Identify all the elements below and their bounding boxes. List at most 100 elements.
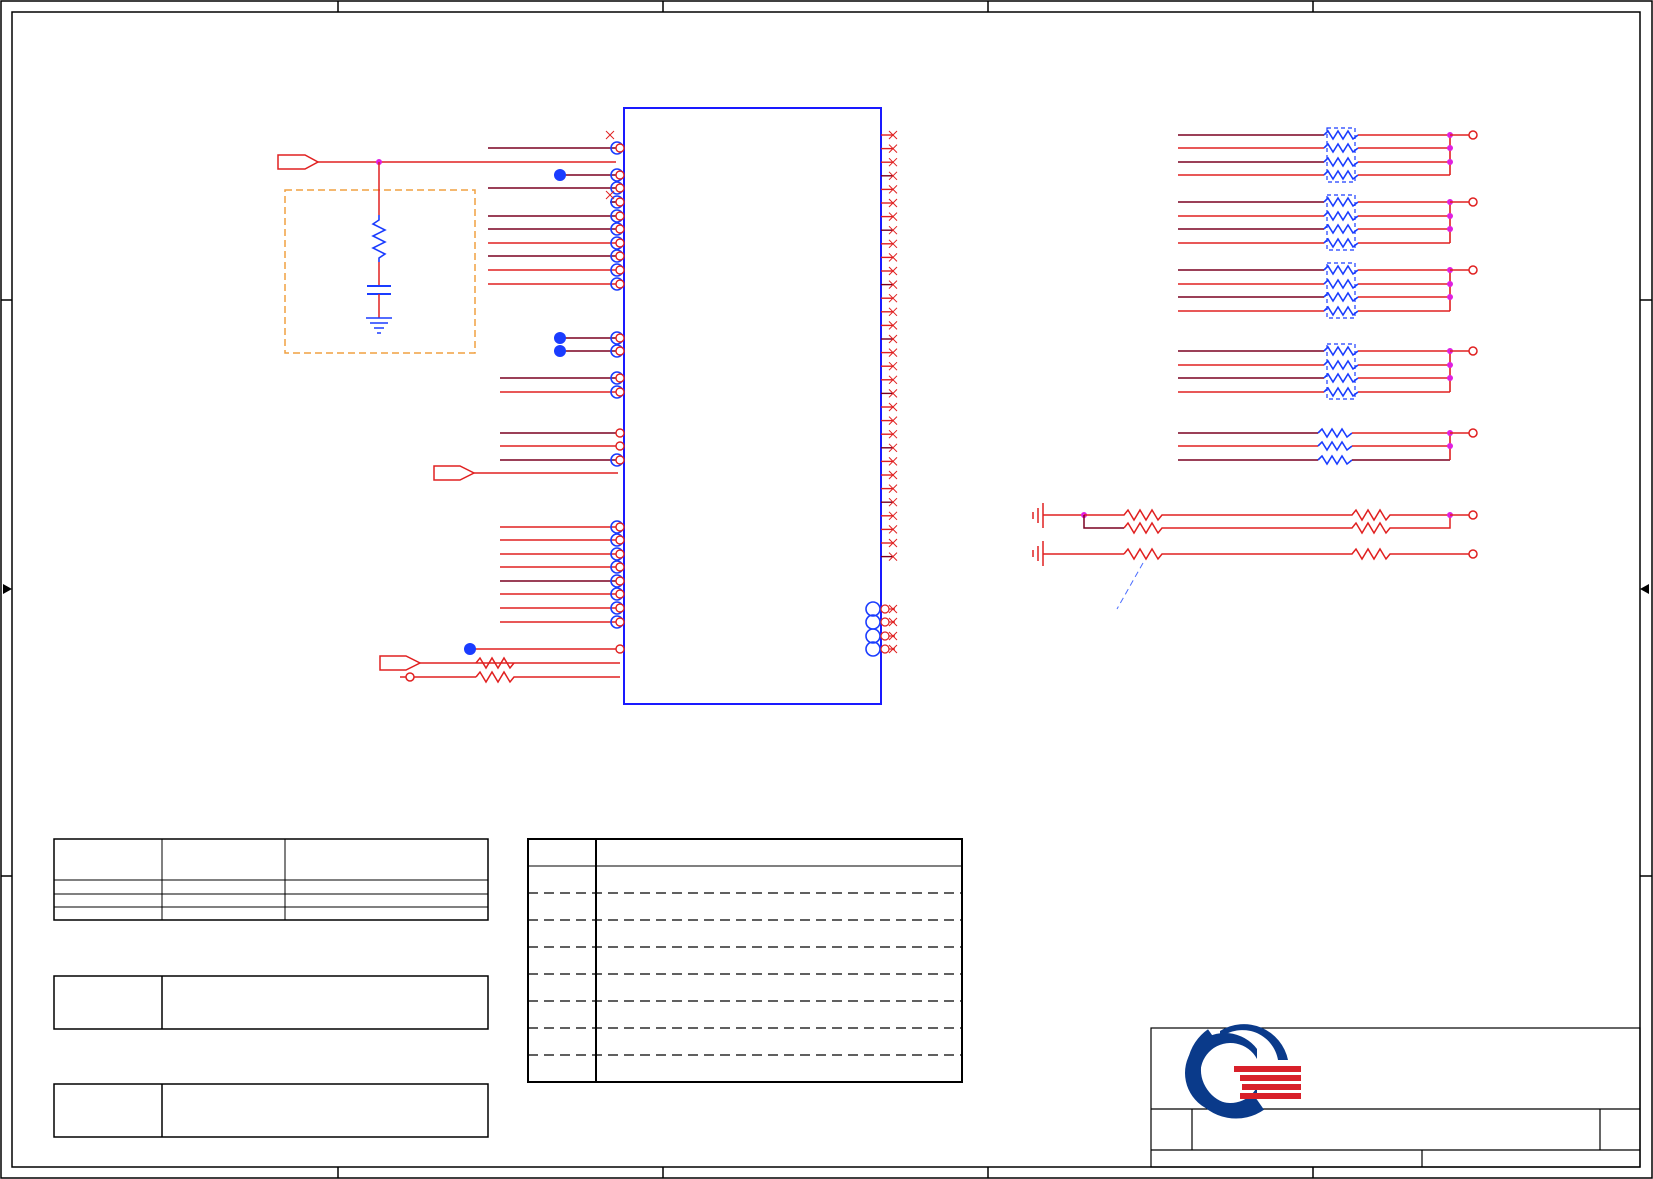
open-terminal[interactable]	[1468, 510, 1478, 520]
ic-pin-left[interactable]	[488, 209, 625, 223]
ic-pin-left[interactable]	[500, 520, 625, 534]
pin-bubble-icon	[865, 641, 881, 657]
ic-pin-left[interactable]	[500, 385, 625, 399]
ic-pin-left[interactable]	[488, 249, 625, 263]
ic-pin-right[interactable]	[881, 293, 898, 303]
pin-bubble-icon	[865, 601, 881, 617]
pin-pad-icon	[554, 332, 566, 344]
pin-terminal-icon	[615, 522, 625, 532]
resistor-network	[1178, 262, 1478, 319]
resistor-icon	[1323, 305, 1359, 317]
input-port-top-left[interactable]	[277, 154, 616, 170]
ic-pin-right[interactable]	[881, 239, 898, 249]
pin-terminal-icon	[615, 617, 625, 627]
ic-pin-right[interactable]	[881, 511, 898, 521]
ic-pin-right[interactable]	[881, 307, 898, 317]
ic-pin-right[interactable]	[881, 253, 898, 262]
title-block	[1150, 1027, 1641, 1168]
junction-dot	[1447, 159, 1453, 165]
company-logo-icon	[1185, 1024, 1301, 1119]
ic-pin-right[interactable]	[881, 416, 898, 425]
pin-terminal-icon	[615, 197, 625, 207]
change-log-rows	[528, 892, 962, 1056]
ic-pin-left[interactable]	[500, 547, 625, 561]
open-terminal[interactable]	[1468, 549, 1478, 559]
open-terminal[interactable]	[1468, 265, 1478, 275]
open-terminal[interactable]	[1468, 346, 1478, 356]
ic-pin-right[interactable]	[881, 266, 898, 276]
ic-pin-right[interactable]	[881, 402, 898, 412]
junction-dot	[1447, 281, 1453, 287]
ic-pin-right[interactable]	[881, 470, 898, 480]
pin-terminal-icon	[880, 631, 890, 641]
ic-pin-left[interactable]	[554, 344, 625, 358]
ic-pin-left[interactable]	[500, 453, 625, 467]
ic-pin-left[interactable]	[500, 587, 625, 601]
ic-pin-right[interactable]	[881, 389, 898, 398]
ic-pin-right[interactable]	[881, 334, 898, 344]
ic-pin-right[interactable]	[881, 198, 898, 208]
ic-pin-left[interactable]	[488, 141, 625, 155]
ic-pin-left[interactable]	[554, 168, 625, 182]
ic-pin-left[interactable]	[488, 222, 625, 236]
ground-symbol-icon	[1032, 503, 1082, 528]
capacitor-icon	[367, 285, 391, 295]
main-ic-body	[623, 107, 882, 705]
ic-pin-left[interactable]	[500, 574, 625, 588]
input-port-mid-left[interactable]	[433, 465, 618, 481]
ic-pin-left[interactable]	[464, 643, 625, 655]
ic-pin-right[interactable]	[881, 457, 898, 466]
pin-terminal-icon	[880, 604, 890, 614]
ic-pin-right[interactable]	[881, 130, 898, 140]
ic-pin-right[interactable]	[881, 185, 898, 194]
junction-dot	[1447, 145, 1453, 151]
ic-pin-left[interactable]	[488, 181, 625, 195]
pin-terminal-icon	[615, 211, 625, 221]
ic-pin-right[interactable]	[881, 348, 898, 357]
ic-pin-left[interactable]	[500, 371, 625, 385]
pin-terminal-icon	[615, 455, 625, 465]
ic-pin-right[interactable]	[881, 484, 898, 493]
ic-pin-right[interactable]	[881, 321, 898, 330]
open-terminal[interactable]	[1468, 197, 1478, 207]
ic-pin-left[interactable]	[500, 428, 625, 438]
ic-pin-right[interactable]	[881, 429, 898, 439]
ic-pin-right[interactable]	[881, 144, 898, 153]
ic-pin-right[interactable]	[881, 538, 898, 548]
ic-pin-right[interactable]	[881, 375, 898, 385]
open-terminal[interactable]	[1468, 428, 1478, 438]
ic-pin-right[interactable]	[881, 280, 898, 289]
ic-pin-left[interactable]	[500, 560, 625, 574]
resistor-icon	[1317, 454, 1353, 466]
open-terminal[interactable]	[1468, 130, 1478, 140]
resistor-network-arrays	[1178, 127, 1478, 466]
ic-pin-right[interactable]	[881, 361, 898, 371]
pin-terminal-icon	[615, 265, 625, 275]
resistor-icon	[1317, 440, 1353, 452]
ic-pin-right[interactable]	[881, 443, 898, 453]
resistor-network	[1178, 127, 1478, 183]
change-log-table	[527, 838, 963, 1083]
schematic-sheet	[0, 0, 1653, 1179]
ic-pin-right[interactable]	[881, 525, 898, 534]
ic-pin-left[interactable]	[488, 277, 625, 291]
ic-pin-left[interactable]	[500, 615, 625, 629]
ic-pin-left[interactable]	[488, 236, 625, 250]
ic-pin-right[interactable]	[881, 552, 898, 561]
ic-pin-left[interactable]	[488, 263, 625, 277]
resistor-icon	[1123, 515, 1451, 535]
open-terminal[interactable]	[405, 672, 415, 682]
ic-pin-right[interactable]	[881, 171, 898, 181]
ic-pin-left[interactable]	[554, 331, 625, 345]
ic-pin-left[interactable]	[500, 441, 625, 451]
pin-terminal-icon	[880, 644, 890, 654]
ic-pin-left[interactable]	[500, 533, 625, 547]
resistor-icon	[1084, 508, 1450, 522]
ic-pin-left[interactable]	[500, 601, 625, 615]
ic-pin-right[interactable]	[881, 212, 898, 221]
ic-pin-right[interactable]	[881, 157, 898, 167]
input-port-bottom-left[interactable]	[379, 655, 620, 671]
ic-pin-right[interactable]	[881, 497, 898, 507]
pin-terminal-icon	[615, 441, 625, 451]
ic-pin-right[interactable]	[881, 225, 898, 235]
